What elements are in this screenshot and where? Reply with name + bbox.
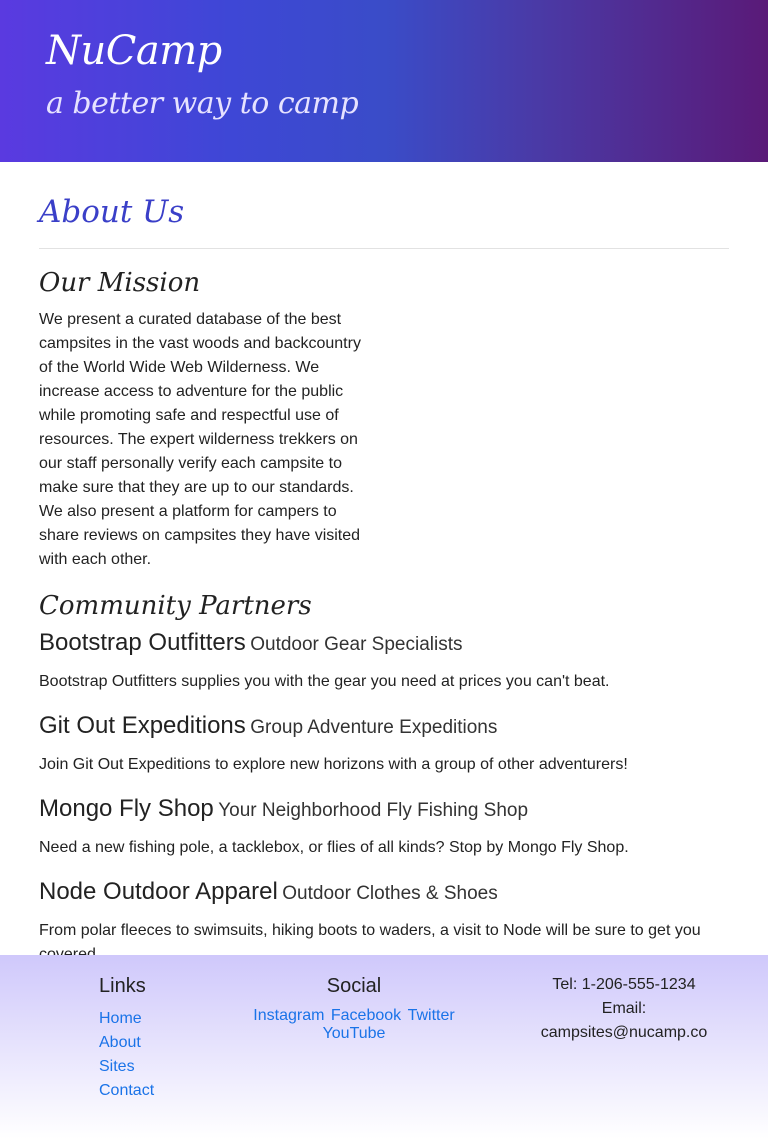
partner-heading: Mongo Fly Shop Your Neighborhood Fly Fis… xyxy=(39,795,729,826)
site-header: NuCamp a better way to camp xyxy=(0,0,768,162)
partner-name: Node Outdoor Apparel xyxy=(39,878,278,905)
footer-link-home[interactable]: Home xyxy=(99,1010,142,1027)
divider xyxy=(39,248,729,249)
brand-title: NuCamp xyxy=(46,28,222,74)
partner-name: Mongo Fly Shop xyxy=(39,795,214,822)
partners-heading: Community Partners xyxy=(39,591,312,621)
main-content: About Us Our Mission We present a curate… xyxy=(0,162,768,967)
footer-link-item: About xyxy=(99,1031,154,1055)
partner-item: Git Out Expeditions Group Adventure Expe… xyxy=(39,712,729,777)
partner-description: Need a new fishing pole, a tacklebox, or… xyxy=(39,839,629,856)
footer-links-heading: Links xyxy=(99,975,146,997)
partner-description: Join Git Out Expeditions to explore new … xyxy=(39,756,628,773)
partner-item: Node Outdoor Apparel Outdoor Clothes & S… xyxy=(39,878,729,967)
footer-link-about[interactable]: About xyxy=(99,1034,141,1051)
footer-link-item: Sites xyxy=(99,1055,154,1079)
footer-links: Links Home About Sites Contact xyxy=(99,973,154,1103)
partner-subtitle: Group Adventure Expeditions xyxy=(250,717,498,738)
twitter-link[interactable]: Twitter xyxy=(408,1007,455,1024)
social-links: Instagram Facebook Twitter YouTube xyxy=(222,1007,486,1043)
partner-item: Mongo Fly Shop Your Neighborhood Fly Fis… xyxy=(39,795,729,860)
facebook-link[interactable]: Facebook xyxy=(331,1007,401,1024)
partner-heading: Node Outdoor Apparel Outdoor Clothes & S… xyxy=(39,878,729,909)
youtube-link[interactable]: YouTube xyxy=(323,1025,386,1042)
partner-name: Git Out Expeditions xyxy=(39,712,246,739)
partner-name: Bootstrap Outfitters xyxy=(39,629,246,656)
footer-links-list: Home About Sites Contact xyxy=(99,1007,154,1103)
footer-link-item: Home xyxy=(99,1007,154,1031)
site-footer: Links Home About Sites Contact Social In… xyxy=(0,955,768,1139)
footer-link-sites[interactable]: Sites xyxy=(99,1058,135,1075)
footer-link-item: Contact xyxy=(99,1079,154,1103)
partner-heading: Bootstrap Outfitters Outdoor Gear Specia… xyxy=(39,629,729,660)
footer-link-contact[interactable]: Contact xyxy=(99,1082,154,1099)
partner-item: Bootstrap Outfitters Outdoor Gear Specia… xyxy=(39,629,729,694)
page-title: About Us xyxy=(39,194,185,230)
partner-subtitle: Outdoor Clothes & Shoes xyxy=(282,883,498,904)
mission-text: We present a curated database of the bes… xyxy=(39,311,361,568)
footer-contact: Tel: 1-206-555-1234 Email: campsites@nuc… xyxy=(520,973,728,1045)
contact-email: campsites@nucamp.co xyxy=(540,1024,708,1041)
partner-description: Bootstrap Outfitters supplies you with t… xyxy=(39,673,610,690)
partner-heading: Git Out Expeditions Group Adventure Expe… xyxy=(39,712,729,743)
instagram-link[interactable]: Instagram xyxy=(253,1007,324,1024)
footer-social-heading: Social xyxy=(326,975,382,997)
partner-subtitle: Outdoor Gear Specialists xyxy=(250,634,463,655)
partner-subtitle: Your Neighborhood Fly Fishing Shop xyxy=(218,800,529,821)
contact-phone: Tel: 1-206-555-1234 xyxy=(552,976,696,993)
mission-heading: Our Mission xyxy=(39,268,201,298)
contact-email-label: Email: xyxy=(601,1000,647,1017)
brand-tagline: a better way to camp xyxy=(46,86,359,121)
footer-social: Social Instagram Facebook Twitter YouTub… xyxy=(222,973,486,1043)
